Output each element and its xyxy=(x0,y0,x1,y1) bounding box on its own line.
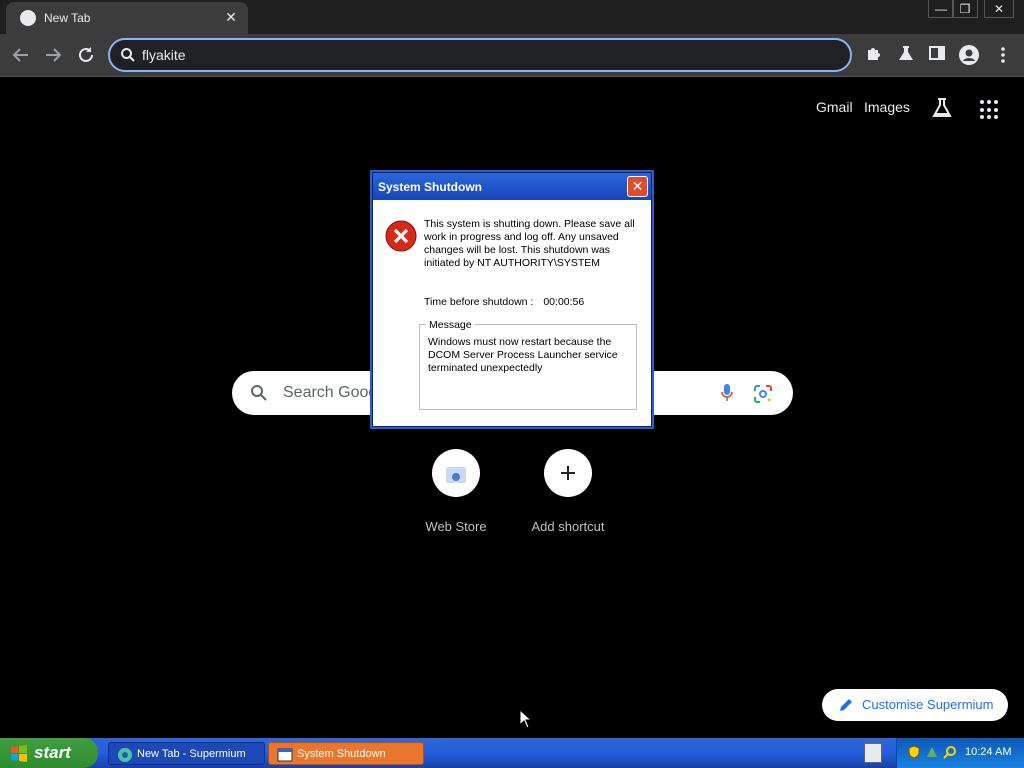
gmail-link[interactable]: Gmail xyxy=(816,99,853,115)
back-arrow-icon xyxy=(12,48,28,62)
supermium-icon xyxy=(118,748,132,762)
reload-button[interactable] xyxy=(75,44,97,66)
search-placeholder: Search Goog xyxy=(283,384,378,401)
tab-close-button[interactable]: ✕ xyxy=(222,8,240,26)
side-panel-icon xyxy=(929,46,945,60)
address-bar[interactable]: flyakite xyxy=(108,38,852,72)
browser-toolbar: flyakite xyxy=(0,34,1024,77)
microphone-icon[interactable] xyxy=(720,383,734,403)
add-shortcut-button[interactable]: Add shortcut xyxy=(512,449,624,534)
extensions-button[interactable] xyxy=(863,44,885,66)
taskbar-item-browser[interactable]: New Tab - Supermium xyxy=(108,742,265,765)
system-tray: 10:24 AM xyxy=(896,738,1024,768)
flask-icon xyxy=(899,46,913,60)
dialog-titlebar[interactable]: System Shutdown ✕ xyxy=(373,173,651,200)
time-before-shutdown: Time before shutdown : 00:00:56 xyxy=(424,296,584,308)
shortcut-tile xyxy=(544,449,592,497)
windows-logo-icon xyxy=(11,745,27,762)
search-icon xyxy=(121,48,135,62)
plus-icon xyxy=(561,466,575,480)
google-apps-icon[interactable] xyxy=(980,100,1000,120)
minimize-button[interactable]: — xyxy=(928,0,954,18)
forward-button[interactable] xyxy=(42,44,64,66)
taskbar-item-label: New Tab - Supermium xyxy=(137,748,246,760)
tab-new-tab[interactable]: New Tab ✕ xyxy=(6,2,248,34)
desktop: New Tab ✕ — ❐ ✕ flyakite Gmail Images Se… xyxy=(0,0,1024,768)
time-label: Time before shutdown : xyxy=(424,296,534,308)
labs-toolbar-button[interactable] xyxy=(895,44,917,66)
forward-arrow-icon xyxy=(46,48,62,62)
profile-button[interactable] xyxy=(958,44,980,66)
keyboard-icon[interactable] xyxy=(864,743,882,763)
taskbar-item-shutdown[interactable]: System Shutdown xyxy=(268,742,424,765)
mouse-cursor-icon xyxy=(519,709,533,729)
tab-strip: New Tab ✕ — ❐ ✕ xyxy=(0,0,1024,34)
message-text: Windows must now restart because the DCO… xyxy=(428,336,618,374)
pencil-icon xyxy=(840,699,852,711)
dialog-close-button[interactable]: ✕ xyxy=(627,176,648,197)
images-link[interactable]: Images xyxy=(864,99,910,115)
error-icon xyxy=(385,220,417,252)
window-icon xyxy=(277,748,293,762)
dialog-body: This system is shutting down. Please sav… xyxy=(373,200,651,426)
reload-icon xyxy=(79,47,93,62)
tab-title: New Tab xyxy=(44,11,91,25)
tab-favicon-icon xyxy=(20,10,36,26)
avatar-icon xyxy=(959,45,979,65)
close-window-button[interactable]: ✕ xyxy=(984,0,1014,18)
taskbar: start New Tab - Supermium System Shutdow… xyxy=(0,738,1024,768)
puzzle-icon xyxy=(868,48,880,60)
back-button[interactable] xyxy=(10,44,32,66)
shortcut-label: Web Store xyxy=(425,519,487,534)
time-value: 00:00:56 xyxy=(543,296,585,308)
shortcut-web-store[interactable]: Web Store xyxy=(400,449,512,534)
taskbar-item-label: System Shutdown xyxy=(297,748,386,760)
network-icon[interactable] xyxy=(925,745,939,759)
labs-flask-icon[interactable] xyxy=(930,96,954,120)
menu-button[interactable] xyxy=(992,44,1014,66)
clock[interactable]: 10:24 AM xyxy=(965,746,1011,758)
security-shield-icon[interactable] xyxy=(907,745,921,759)
dialog-title: System Shutdown xyxy=(378,180,483,194)
search-icon xyxy=(251,385,267,401)
message-legend: Message xyxy=(426,319,475,331)
restore-button[interactable]: ❐ xyxy=(952,0,978,18)
web-store-icon xyxy=(446,467,466,483)
kebab-menu-icon xyxy=(1001,47,1005,63)
start-button[interactable]: start xyxy=(0,738,98,768)
shutdown-warning-text: This system is shutting down. Please sav… xyxy=(424,218,635,269)
shortcut-label: Add shortcut xyxy=(531,519,605,534)
start-label: start xyxy=(34,743,71,762)
customise-button[interactable]: Customise Supermium xyxy=(822,689,1008,721)
customise-label: Customise Supermium xyxy=(862,697,994,712)
side-panel-button[interactable] xyxy=(926,44,948,66)
message-group: Message Windows must now restart because… xyxy=(419,319,637,410)
google-lens-icon[interactable] xyxy=(753,384,773,404)
shutdown-dialog: System Shutdown ✕ This system is shuttin… xyxy=(372,172,652,427)
magnifier-icon[interactable] xyxy=(943,745,957,759)
address-input[interactable]: flyakite xyxy=(142,47,186,63)
shortcut-tile xyxy=(432,449,480,497)
